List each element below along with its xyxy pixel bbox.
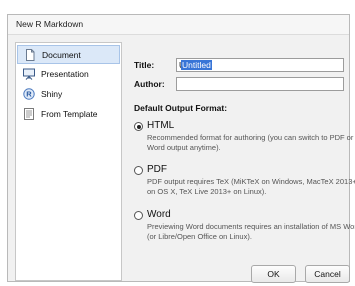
output-format-heading: Default Output Format: (134, 103, 228, 113)
radio-selected-dot (136, 124, 141, 129)
word-option-description: Previewing Word documents requires an in… (147, 222, 355, 241)
html-option-description: Recommended format for authoring (you ca… (147, 133, 354, 152)
new-rmarkdown-dialog: New R Markdown Document Presentation R S… (7, 14, 355, 282)
document-icon (26, 49, 35, 61)
title-label: Title: (134, 60, 155, 70)
html-option-label[interactable]: HTML (147, 120, 174, 131)
title-input-selection: Untitled (181, 60, 212, 70)
ok-button[interactable]: OK (251, 265, 296, 283)
word-radio[interactable] (134, 211, 143, 220)
sidebar-item-label: Shiny (41, 89, 63, 99)
format-sidebar: Document Presentation R Shiny From Templ… (15, 42, 122, 281)
cancel-button[interactable]: Cancel (305, 265, 350, 283)
presentation-icon (23, 68, 35, 80)
pdf-radio[interactable] (134, 166, 143, 175)
pdf-option-description: PDF output requires TeX (MiKTeX on Windo… (147, 177, 355, 196)
sidebar-item-shiny[interactable]: R Shiny (17, 85, 120, 104)
sidebar-item-presentation[interactable]: Presentation (17, 65, 120, 84)
dialog-titlebar[interactable]: New R Markdown (8, 15, 349, 35)
sidebar-item-label: From Template (41, 109, 98, 119)
screen: New R Markdown Document Presentation R S… (0, 0, 355, 286)
author-label: Author: (134, 79, 165, 89)
sidebar-item-document[interactable]: Document (17, 45, 120, 64)
sidebar-item-label: Document (42, 50, 81, 60)
html-radio[interactable] (134, 122, 143, 131)
word-option-label[interactable]: Word (147, 209, 171, 220)
pdf-option-label[interactable]: PDF (147, 164, 167, 175)
shiny-icon: R (23, 88, 35, 100)
sidebar-item-from-template[interactable]: From Template (17, 105, 120, 124)
author-input[interactable] (176, 77, 344, 91)
sidebar-item-label: Presentation (41, 69, 89, 79)
template-icon (24, 108, 34, 120)
dialog-title: New R Markdown (16, 19, 84, 29)
svg-text:R: R (26, 90, 32, 99)
